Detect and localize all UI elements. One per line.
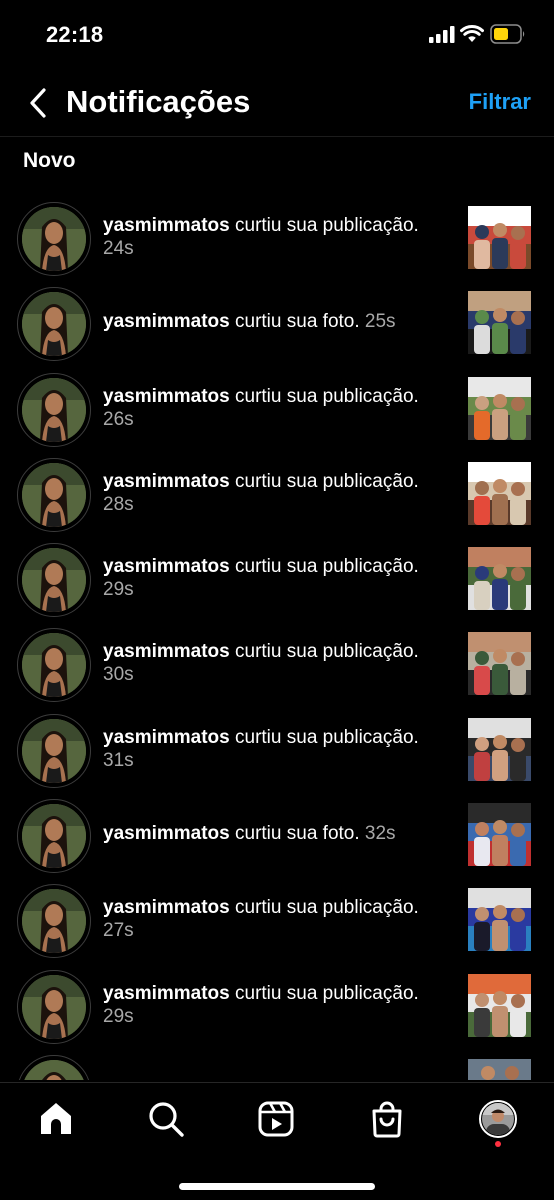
home-indicator <box>179 1183 375 1190</box>
time-ago: 31s <box>103 749 134 771</box>
username[interactable]: yasmimmatos <box>103 823 230 844</box>
notification-action: curtiu sua publicação. <box>229 641 419 663</box>
section-label-new: Novo <box>23 149 76 172</box>
post-thumbnail[interactable] <box>468 888 531 952</box>
time-ago: 32s <box>364 823 396 845</box>
bottom-navigation <box>0 1082 554 1200</box>
notification-row[interactable]: yasmimmatos curtiu sua publicação. 29s <box>0 963 554 1048</box>
notification-text: yasmimmatos curtiu sua publicação. 31s <box>103 726 433 772</box>
back-chevron-icon[interactable] <box>26 86 52 120</box>
post-thumbnail[interactable] <box>468 206 531 269</box>
notification-action: curtiu sua publicação. <box>229 215 419 236</box>
notification-action: curtiu sua publicação. <box>229 726 419 748</box>
username[interactable]: yasmimmatos <box>103 215 230 236</box>
notification-action: curtiu sua publicação. <box>229 556 419 578</box>
time-ago: 29s <box>103 579 134 601</box>
notification-text: yasmimmatos curtiu sua publicação. 30s <box>103 640 433 686</box>
status-bar: 22:18 <box>0 0 554 70</box>
post-thumbnail[interactable] <box>468 461 531 525</box>
notification-action: curtiu sua foto. <box>229 823 360 845</box>
user-avatar[interactable] <box>22 292 86 357</box>
post-thumbnail[interactable] <box>468 803 531 867</box>
page-title: Notificações <box>66 84 251 119</box>
notification-row[interactable]: yasmimmatos curtiu sua publicação. 30s <box>0 621 554 706</box>
username[interactable]: yasmimmatos <box>103 641 230 662</box>
notification-row[interactable]: yasmimmatos curtiu sua publicação. 29s <box>0 536 554 621</box>
notification-row[interactable]: yasmimmatos curtiu sua foto. 25s <box>0 280 554 365</box>
notification-action: curtiu sua foto. <box>229 311 360 333</box>
home-icon[interactable] <box>36 1099 76 1139</box>
user-avatar[interactable] <box>22 462 86 527</box>
username[interactable]: yasmimmatos <box>103 727 230 748</box>
username[interactable]: yasmimmatos <box>103 386 230 407</box>
time-ago: 29s <box>103 1005 134 1027</box>
header: Notificações Filtrar <box>0 70 554 137</box>
time-ago: 24s <box>103 238 134 259</box>
notification-row[interactable]: yasmimmatos curtiu sua publicação. 28s <box>0 451 554 536</box>
username[interactable]: yasmimmatos <box>103 311 230 332</box>
post-thumbnail[interactable] <box>468 291 531 355</box>
user-avatar[interactable] <box>22 889 86 954</box>
notification-text: yasmimmatos curtiu sua publicação. 28s <box>103 470 433 516</box>
notification-text: yasmimmatos curtiu sua publicação. 26s <box>103 385 433 431</box>
notification-action: curtiu sua publicação. <box>229 982 419 1004</box>
time-ago: 25s <box>364 311 396 333</box>
notification-row[interactable]: yasmimmatos curtiu sua publicação. 24s <box>0 195 554 280</box>
profile-avatar-icon[interactable] <box>478 1099 518 1139</box>
username[interactable]: yasmimmatos <box>103 983 230 1004</box>
notification-action: curtiu sua publicação. <box>229 385 419 407</box>
post-thumbnail[interactable] <box>468 376 531 440</box>
user-avatar[interactable] <box>22 377 86 442</box>
notifications-list[interactable]: yasmimmatos curtiu sua publicação. 24s y… <box>0 195 554 1080</box>
user-avatar[interactable] <box>22 804 86 869</box>
time-ago: 30s <box>103 664 134 686</box>
post-thumbnail[interactable] <box>468 1058 531 1080</box>
notification-text: yasmimmatos curtiu sua foto. 32s <box>103 822 463 845</box>
notification-dot <box>495 1141 501 1147</box>
time-ago: 28s <box>103 493 134 515</box>
post-thumbnail[interactable] <box>468 632 531 696</box>
post-thumbnail[interactable] <box>468 973 531 1037</box>
notification-text: yasmimmatos curtiu sua publicação. 27s <box>103 896 433 942</box>
cellular-signal-icon <box>429 26 455 43</box>
notification-row[interactable]: yasmimmatos curtiu sua publicação. 27s <box>0 877 554 962</box>
wifi-icon <box>460 25 484 42</box>
time-ago: 26s <box>103 408 134 430</box>
status-time: 22:18 <box>46 22 104 47</box>
user-avatar[interactable] <box>22 207 86 271</box>
notification-text: yasmimmatos curtiu sua publicação. 29s <box>103 555 433 601</box>
notification-row[interactable]: yasmimmatos curtiu sua foto. 32s <box>0 792 554 877</box>
notification-row[interactable]: yasmimmatos curtiu sua publicação. 26s <box>0 366 554 451</box>
user-avatar[interactable] <box>22 548 86 613</box>
filter-button[interactable]: Filtrar <box>469 89 531 115</box>
username[interactable]: yasmimmatos <box>103 897 230 918</box>
username[interactable]: yasmimmatos <box>103 556 230 577</box>
notification-text: yasmimmatos curtiu sua publicação. 24s <box>103 214 433 260</box>
shop-icon[interactable] <box>367 1099 407 1139</box>
user-avatar[interactable] <box>22 974 86 1039</box>
notification-row-partial[interactable] <box>0 1048 554 1080</box>
post-thumbnail[interactable] <box>468 717 531 781</box>
reels-icon[interactable] <box>256 1099 296 1139</box>
battery-icon <box>490 24 525 44</box>
notification-text: yasmimmatos curtiu sua foto. 25s <box>103 310 463 333</box>
notification-text: yasmimmatos curtiu sua publicação. 29s <box>103 982 433 1028</box>
user-avatar[interactable] <box>22 718 86 783</box>
notification-action: curtiu sua publicação. <box>229 470 419 492</box>
username[interactable]: yasmimmatos <box>103 471 230 492</box>
notification-action: curtiu sua publicação. <box>229 897 419 919</box>
post-thumbnail[interactable] <box>468 547 531 611</box>
search-icon[interactable] <box>146 1099 186 1139</box>
time-ago: 27s <box>103 920 134 942</box>
notification-row[interactable]: yasmimmatos curtiu sua publicação. 31s <box>0 707 554 792</box>
